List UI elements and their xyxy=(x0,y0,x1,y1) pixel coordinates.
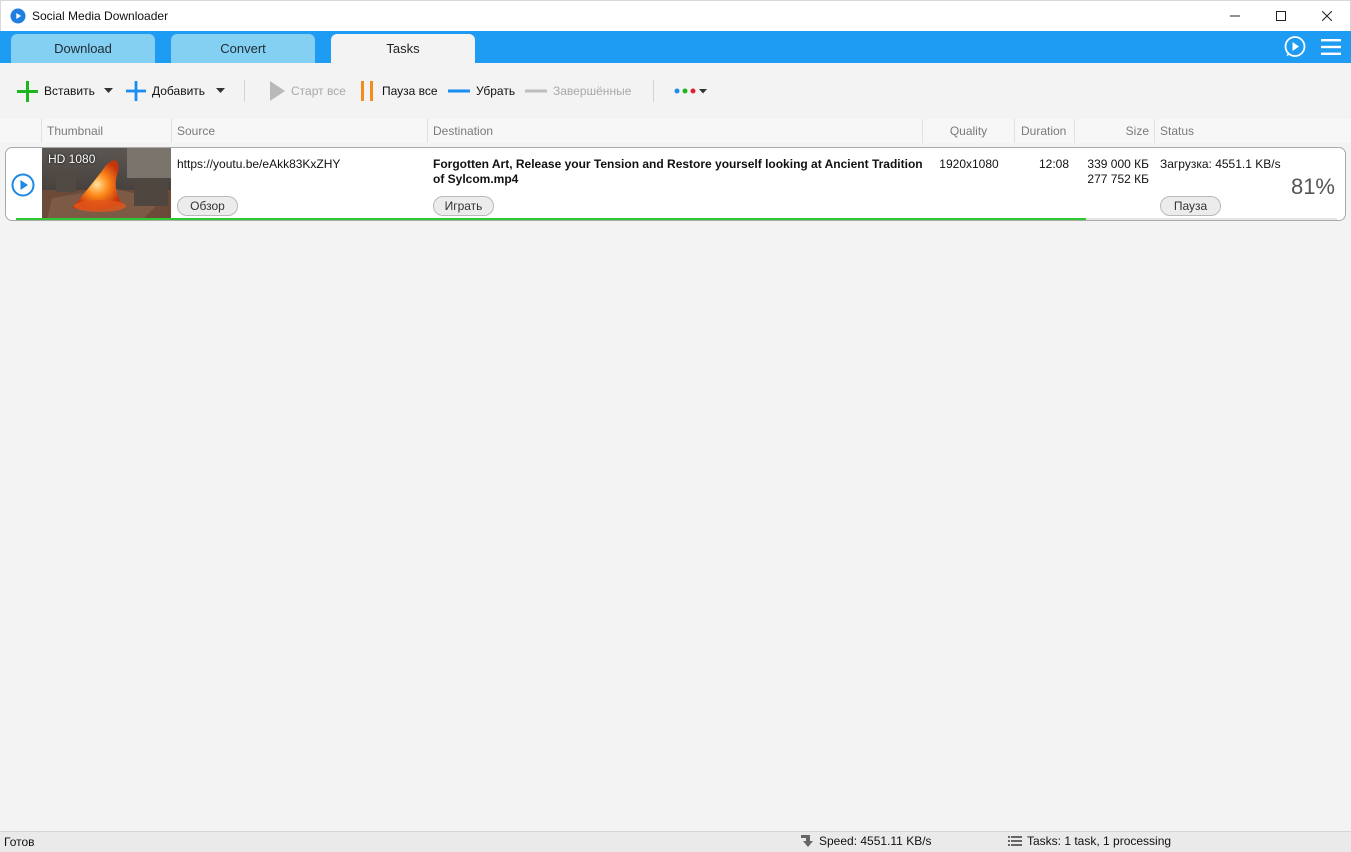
play-icon xyxy=(270,81,285,101)
download-speed-icon xyxy=(801,835,813,847)
speed-indicator: Speed: 4551.11 KB/s xyxy=(800,834,932,848)
browse-button[interactable]: Обзор xyxy=(177,196,238,216)
size-total: 339 000 КБ xyxy=(1087,157,1149,171)
window-title: Social Media Downloader xyxy=(32,9,169,23)
plus-icon xyxy=(17,80,38,102)
ready-status: Готов xyxy=(4,835,35,849)
minus-icon xyxy=(525,89,547,93)
progress-percent: 81% xyxy=(1290,174,1335,199)
paste-button[interactable]: Вставить xyxy=(17,80,95,102)
hd-badge: HD 1080 xyxy=(48,152,96,166)
task-list-icon xyxy=(1008,836,1022,846)
video-thumbnail: HD 1080 xyxy=(42,148,171,220)
add-dropdown-button[interactable] xyxy=(216,81,231,101)
plus-icon xyxy=(126,81,146,101)
tab-download[interactable]: Download xyxy=(11,34,155,63)
remove-label: Убрать xyxy=(476,84,516,98)
minus-icon xyxy=(448,89,470,93)
tab-bar: Download Convert Tasks xyxy=(0,31,1351,63)
column-source[interactable]: Source xyxy=(171,119,427,143)
column-quality[interactable]: Quality xyxy=(922,119,1014,143)
pause-icon xyxy=(361,81,373,101)
progress-bar xyxy=(16,218,1337,220)
quality-value: 1920x1080 xyxy=(939,157,999,171)
chevron-down-icon xyxy=(216,88,225,93)
pause-button[interactable]: Пауза xyxy=(1160,196,1221,216)
column-thumbnail[interactable]: Thumbnail xyxy=(41,119,170,143)
add-button[interactable]: Добавить xyxy=(126,81,205,101)
player-icon[interactable] xyxy=(1283,35,1307,59)
task-list-header: Thumbnail Source Destination Quality Dur… xyxy=(0,119,1351,143)
size-downloaded: 277 752 КБ xyxy=(1087,172,1149,186)
title-bar: Social Media Downloader xyxy=(0,0,1351,31)
minimize-button[interactable] xyxy=(1212,1,1258,32)
source-url: https://youtu.be/eAkk83KxZHY xyxy=(177,157,341,171)
progress-bar-fill xyxy=(16,218,1086,220)
column-duration[interactable]: Duration xyxy=(1014,119,1074,143)
start-all-label: Старт все xyxy=(291,84,346,98)
column-destination[interactable]: Destination xyxy=(427,119,922,143)
tab-tasks[interactable]: Tasks xyxy=(331,34,475,63)
status-bar: Готов Speed: 4551.11 KB/s Tasks: 1 task,… xyxy=(0,831,1351,852)
pause-all-label: Пауза все xyxy=(382,84,438,98)
chevron-down-icon xyxy=(104,88,113,93)
tab-convert[interactable]: Convert xyxy=(171,34,315,63)
size-values: 339 000 КБ 277 752 КБ xyxy=(1072,157,1149,187)
column-size[interactable]: Size xyxy=(1074,119,1154,143)
column-status[interactable]: Status xyxy=(1154,119,1347,143)
completed-label: Завершённые xyxy=(553,84,632,98)
color-dots-icon xyxy=(674,88,707,94)
add-label: Добавить xyxy=(152,84,206,98)
toolbar: Вставить Добавить Старт все Пауза все Уб… xyxy=(0,63,1351,119)
remove-button[interactable]: Убрать xyxy=(448,81,515,101)
close-button[interactable] xyxy=(1304,1,1350,32)
tasks-text: Tasks: 1 task, 1 processing xyxy=(1027,834,1172,848)
play-button[interactable]: Играть xyxy=(433,196,494,216)
start-all-button[interactable]: Старт все xyxy=(269,81,346,101)
tasks-summary: Tasks: 1 task, 1 processing xyxy=(1008,834,1171,848)
paste-dropdown-button[interactable] xyxy=(104,81,119,101)
remove-completed-button[interactable]: Завершённые xyxy=(525,81,631,101)
app-logo-icon xyxy=(10,8,26,24)
paste-label: Вставить xyxy=(44,84,95,98)
toolbar-divider xyxy=(244,80,245,102)
destination-filename: Forgotten Art, Release your Tension and … xyxy=(433,157,923,186)
duration-value: 12:08 xyxy=(1038,157,1069,171)
speed-text: Speed: 4551.11 KB/s xyxy=(819,834,932,848)
status-text: Загрузка: 4551.1 KB/s xyxy=(1160,157,1281,171)
toolbar-divider xyxy=(653,80,654,102)
task-row[interactable]: HD 1080 https://youtu.be/eAkk83KxZHY Обз… xyxy=(5,147,1346,221)
color-filter-button[interactable] xyxy=(673,81,715,101)
maximize-button[interactable] xyxy=(1258,1,1304,32)
task-list: HD 1080 https://youtu.be/eAkk83KxZHY Обз… xyxy=(0,143,1351,831)
play-circle-icon[interactable] xyxy=(11,173,35,197)
hamburger-menu-icon[interactable] xyxy=(1319,35,1343,59)
pause-all-button[interactable]: Пауза все xyxy=(359,81,438,101)
